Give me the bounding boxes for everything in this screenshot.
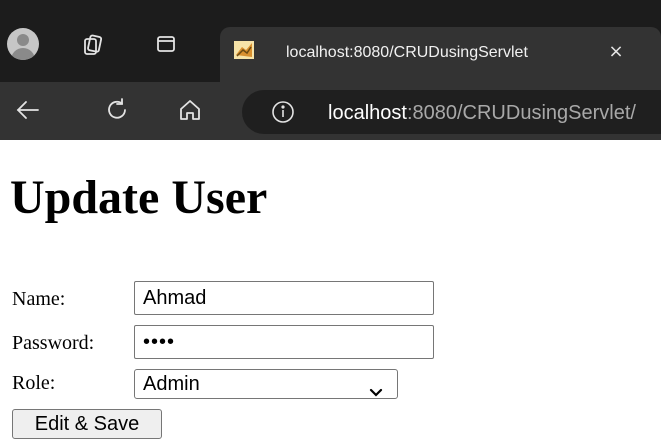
tab-title-fade xyxy=(560,38,610,66)
password-input[interactable]: •••• xyxy=(134,325,434,359)
tab-close-icon[interactable]: × xyxy=(604,40,628,64)
profile-avatar[interactable] xyxy=(7,28,39,60)
role-label: Role: xyxy=(12,372,56,394)
avatar-head xyxy=(17,34,29,46)
address-url[interactable]: localhost:8080/CRUDusingServlet/ xyxy=(328,100,661,126)
password-label: Password: xyxy=(12,332,95,354)
url-host: localhost xyxy=(328,102,407,124)
role-select[interactable]: Admin xyxy=(134,369,398,399)
tomcat-icon xyxy=(234,41,254,59)
edit-save-button[interactable]: Edit & Save xyxy=(12,409,162,439)
url-path: :8080/CRUDusingServlet/ xyxy=(406,102,636,124)
name-label: Name: xyxy=(12,288,66,310)
reload-icon[interactable] xyxy=(103,96,131,124)
name-input[interactable]: Ahmad xyxy=(134,281,434,315)
home-icon[interactable] xyxy=(176,96,204,124)
info-icon[interactable] xyxy=(270,99,296,125)
collections-icon[interactable] xyxy=(82,34,104,56)
tab-actions-icon[interactable] xyxy=(156,34,176,54)
role-select-value: Admin xyxy=(143,373,200,395)
avatar-body xyxy=(11,48,35,60)
back-icon[interactable] xyxy=(14,96,42,124)
chevron-down-icon xyxy=(369,378,383,397)
page-title: Update User xyxy=(10,171,268,224)
